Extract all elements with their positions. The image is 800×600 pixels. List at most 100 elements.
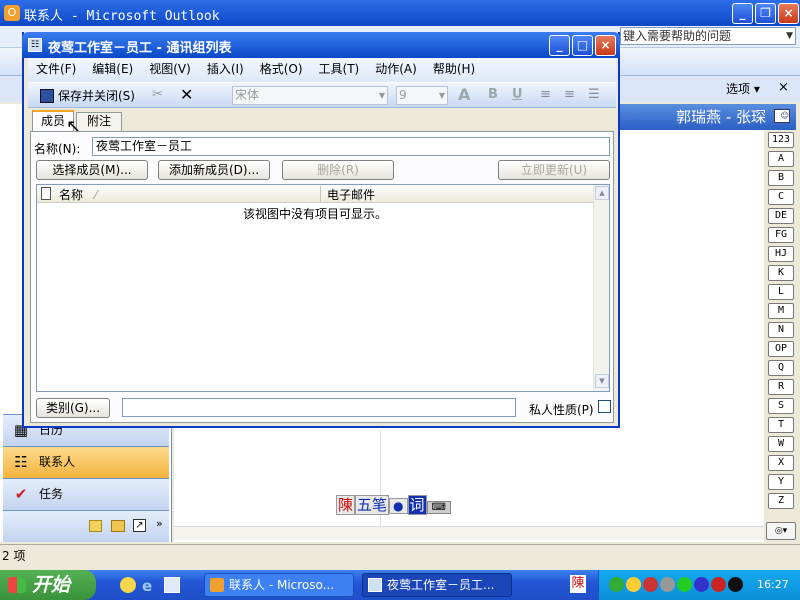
alpha-index-y[interactable]: Y — [768, 474, 794, 490]
alpha-index-c[interactable]: C — [768, 189, 794, 205]
outlook-close-button[interactable]: × — [778, 3, 799, 24]
folder-icon[interactable] — [111, 520, 125, 532]
configure-buttons-icon[interactable]: » — [156, 517, 163, 530]
alpha-index-q[interactable]: Q — [768, 360, 794, 376]
alpha-index-m[interactable]: M — [768, 303, 794, 319]
alpha-index-z[interactable]: Z — [768, 493, 794, 509]
pane-close-icon[interactable]: × — [778, 80, 789, 95]
ime-mode-button[interactable]: 五笔 — [355, 495, 390, 515]
tray-icon-8[interactable] — [728, 577, 743, 592]
nav-tasks[interactable]: ✔ 任务 — [3, 478, 169, 510]
font-size-select[interactable]: 9 ▼ — [396, 86, 448, 105]
dialog-toolbar: 保存并关闭(S) ✂ ✕ 宋体 ▼ 9 ▼ A B U ≡ ≡ ☰ — [28, 82, 616, 108]
taskbar-dialog-button[interactable]: 夜莺工作室－员工... — [362, 573, 512, 597]
ime-lang-button[interactable]: 陳 — [336, 495, 356, 515]
outlook-restore-button[interactable]: ❐ — [755, 3, 776, 24]
column-email[interactable]: 电子邮件 — [327, 186, 375, 203]
delete-icon[interactable]: ✕ — [180, 85, 193, 104]
menu-item-1[interactable]: 编辑(E) — [84, 58, 141, 80]
menu-item-2[interactable]: 视图(V) — [141, 58, 199, 80]
ime-tray-icon[interactable]: 陳 — [570, 575, 586, 593]
dialog-maximize-button[interactable]: □ — [572, 35, 593, 56]
font-select[interactable]: 宋体 ▼ — [232, 86, 388, 105]
categories-input[interactable] — [122, 398, 516, 417]
horizontal-scrollbar[interactable] — [174, 526, 764, 540]
alpha-index-t[interactable]: T — [768, 417, 794, 433]
quicklaunch-ie-icon[interactable]: e — [142, 577, 152, 595]
alpha-index-123[interactable]: 123 — [768, 132, 794, 148]
keyboard-icon[interactable]: ⌨ — [426, 501, 451, 514]
remove-button[interactable]: 删除(R) — [282, 160, 394, 180]
members-list[interactable]: 名称 ⁄ 电子邮件 该视图中没有项目可显示。 ▲ ▼ — [36, 184, 610, 392]
help-search-box[interactable]: 键入需要帮助的问题 ▼ — [620, 27, 796, 45]
nav-contacts-label: 联系人 — [39, 455, 76, 469]
start-button[interactable]: 开始 — [0, 570, 96, 600]
alpha-menu-button[interactable]: ◎▾ — [766, 522, 796, 540]
dialog-minimize-button[interactable]: _ — [549, 35, 570, 56]
tray-icon-3[interactable] — [643, 577, 658, 592]
bold-button[interactable]: B — [488, 87, 498, 102]
outlook-task-icon — [210, 578, 224, 592]
alpha-index-op[interactable]: OP — [768, 341, 794, 357]
scroll-down-icon[interactable]: ▼ — [595, 374, 609, 388]
private-checkbox[interactable] — [598, 400, 611, 413]
dialog-close-button[interactable]: × — [595, 35, 616, 56]
quicklaunch-desktop-icon[interactable] — [164, 577, 180, 593]
cut-icon[interactable]: ✂ — [152, 87, 163, 102]
select-members-button[interactable]: 选择成员(M)... — [36, 160, 148, 180]
nav-shortcuts-bar: ↗ » — [3, 510, 169, 542]
menu-item-6[interactable]: 动作(A) — [367, 58, 425, 80]
tray-icon-7[interactable] — [711, 577, 726, 592]
tray-icon-1[interactable] — [609, 577, 624, 592]
menu-item-0[interactable]: 文件(F) — [28, 58, 84, 80]
font-size-value: 9 — [399, 88, 407, 102]
tray-icon-5[interactable] — [677, 577, 692, 592]
ime-punct-button[interactable]: ● — [389, 498, 408, 514]
menu-item-4[interactable]: 格式(O) — [252, 58, 311, 80]
ime-word-button[interactable]: 词 — [407, 495, 427, 515]
update-now-button[interactable]: 立即更新(U) — [498, 160, 610, 180]
alpha-index-fg[interactable]: FG — [768, 227, 794, 243]
alpha-index-w[interactable]: W — [768, 436, 794, 452]
categories-button[interactable]: 类别(G)... — [36, 398, 110, 418]
column-name[interactable]: 名称 ⁄ — [59, 186, 321, 202]
add-new-member-button[interactable]: 添加新成员(D)... — [158, 160, 270, 180]
taskbar-outlook-button[interactable]: 联系人 - Microso... — [204, 573, 354, 597]
alpha-index-de[interactable]: DE — [768, 208, 794, 224]
chevron-down-icon: ▼ — [378, 91, 385, 100]
scroll-up-icon[interactable]: ▲ — [595, 186, 609, 200]
quicklaunch-media-icon[interactable] — [120, 577, 136, 593]
name-input[interactable]: 夜莺工作室－员工 — [92, 137, 610, 156]
taskbar-outlook-label: 联系人 - Microso... — [229, 578, 335, 592]
shortcut-icon[interactable]: ↗ — [133, 519, 146, 532]
tab-notes[interactable]: 附注 — [76, 112, 122, 131]
menu-item-7[interactable]: 帮助(H) — [425, 58, 483, 80]
note-icon[interactable] — [89, 520, 102, 532]
alpha-index-k[interactable]: K — [768, 265, 794, 281]
alpha-index-l[interactable]: L — [768, 284, 794, 300]
alpha-index-r[interactable]: R — [768, 379, 794, 395]
list-scrollbar[interactable]: ▲ ▼ — [593, 185, 609, 391]
font-color-button[interactable]: A — [458, 85, 470, 104]
contacts-header: 郭瑞燕 - 张琛 ☺ — [620, 104, 796, 130]
tray-icon-4[interactable] — [660, 577, 675, 592]
options-button[interactable]: 选项 ▾ — [726, 80, 760, 98]
save-close-button[interactable]: 保存并关闭(S) — [38, 86, 135, 106]
nav-contacts[interactable]: ☷ 联系人 — [3, 446, 169, 478]
alpha-index-hj[interactable]: HJ — [768, 246, 794, 262]
align-center-icon[interactable]: ≡ — [564, 87, 575, 102]
alpha-index-a[interactable]: A — [768, 151, 794, 167]
underline-button[interactable]: U — [512, 87, 523, 102]
alpha-index-n[interactable]: N — [768, 322, 794, 338]
menu-item-5[interactable]: 工具(T) — [311, 58, 368, 80]
alpha-index-x[interactable]: X — [768, 455, 794, 471]
alpha-index-b[interactable]: B — [768, 170, 794, 186]
menu-item-3[interactable]: 插入(I) — [199, 58, 252, 80]
align-left-icon[interactable]: ≡ — [540, 87, 551, 102]
outlook-minimize-button[interactable]: _ — [732, 3, 753, 24]
tray-icon-6[interactable] — [694, 577, 709, 592]
tray-icon-2[interactable] — [626, 577, 641, 592]
bullets-icon[interactable]: ☰ — [588, 87, 600, 102]
chevron-down-icon[interactable]: ▼ — [786, 28, 793, 44]
alpha-index-s[interactable]: S — [768, 398, 794, 414]
